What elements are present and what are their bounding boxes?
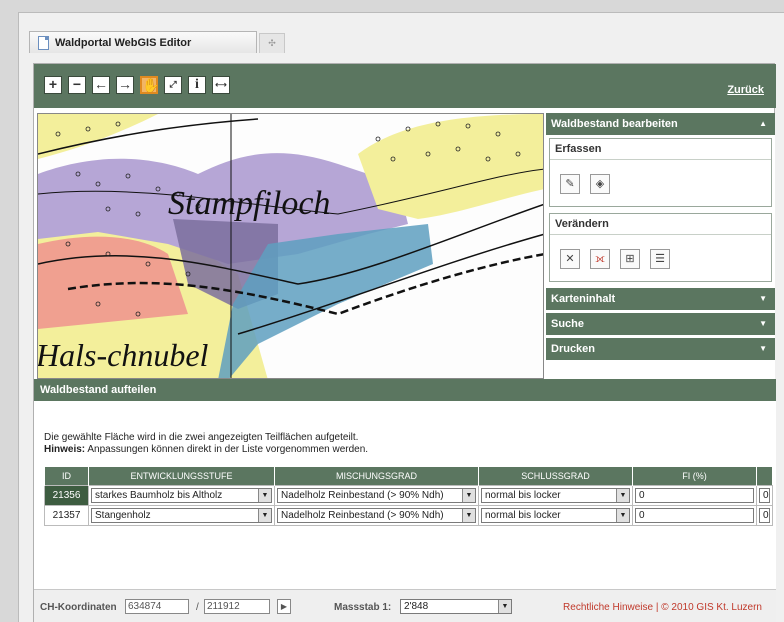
coord-label: CH-Koordinaten — [40, 602, 117, 613]
forward-arrow-icon[interactable]: → — [116, 76, 134, 94]
dropdown-arrow-icon[interactable]: ▼ — [258, 488, 271, 502]
fi-input[interactable]: 0 — [635, 487, 754, 503]
entwicklungsstufe-select[interactable]: Stangenholz ▼ — [91, 507, 272, 523]
expand-down-icon[interactable]: ▼ — [759, 313, 767, 335]
split-table: ID ENTWICKLUNGSSTUFE MISCHUNGSGRAD SCHLU… — [44, 467, 773, 526]
full-extent-icon[interactable]: ⤢ — [164, 76, 182, 94]
row-id: 21356 — [44, 484, 89, 506]
col-mischungsgrad: MISCHUNGSGRAD — [274, 467, 479, 485]
map-label-stampfiloch: Stampfiloch — [168, 185, 330, 222]
row-id: 21357 — [44, 504, 89, 526]
browser-tabbar: Waldportal WebGIS Editor ✣ — [29, 31, 285, 53]
coord-x-input[interactable]: 634874 — [125, 599, 189, 614]
veraendern-panel: Verändern ✕ ⟗ ⊞ ☰ — [549, 213, 772, 282]
table-row[interactable]: 21356 starkes Baumholz bis Altholz ▼ Nade… — [44, 484, 773, 506]
entwicklungsstufe-select[interactable]: starkes Baumholz bis Altholz ▼ — [91, 487, 272, 503]
fi-input[interactable]: 0 — [635, 507, 754, 523]
browser-frame: Waldportal WebGIS Editor ✣ + − ← → ✋ ⤢ i… — [18, 12, 784, 622]
goto-coord-icon[interactable]: ▶ — [277, 599, 291, 614]
merge-area-icon[interactable]: ⊞ — [620, 249, 640, 269]
pan-hand-icon[interactable]: ✋ — [140, 76, 159, 94]
expand-down-icon[interactable]: ▼ — [759, 288, 767, 310]
dropdown-arrow-icon[interactable]: ▼ — [462, 488, 475, 502]
schlussgrad-select[interactable]: normal bis locker ▼ — [481, 487, 630, 503]
split-area-icon[interactable]: ⟗ — [590, 249, 610, 269]
delete-x-icon[interactable]: ✕ — [560, 249, 580, 269]
map-canvas: Stampfiloch Hals-chnubel — [38, 114, 543, 378]
attribute-list-icon[interactable]: ☰ — [650, 249, 670, 269]
coord-separator: / — [196, 602, 199, 613]
scale-select[interactable]: 2'848 ▼ — [400, 599, 512, 614]
measure-icon[interactable]: ⟷ — [212, 76, 230, 94]
back-arrow-icon[interactable]: ← — [92, 76, 110, 94]
collapse-up-icon[interactable]: ▲ — [759, 113, 767, 135]
col-extra — [756, 467, 773, 485]
table-row[interactable]: 21357 Stangenholz ▼ Nadelholz Reinbestand… — [44, 504, 773, 526]
section-karteninhalt[interactable]: Karteninhalt ▼ — [546, 288, 775, 310]
dropdown-arrow-icon[interactable]: ▼ — [498, 600, 511, 613]
dropdown-arrow-icon[interactable]: ▼ — [258, 508, 271, 522]
extra-input[interactable]: 0 — [759, 507, 770, 523]
map-label-hals-chnubel: Hals-chnubel — [38, 337, 209, 373]
extra-input[interactable]: 0 — [759, 487, 770, 503]
coord-y-input[interactable]: 211912 — [204, 599, 270, 614]
app-window: + − ← → ✋ ⤢ i ⟷ Zurück Stampfiloch Hals-… — [33, 63, 776, 622]
col-schlussgrad: SCHLUSSGRAD — [478, 467, 633, 485]
col-entwicklungsstufe: ENTWICKLUNGSSTUFE — [88, 467, 275, 485]
mischungsgrad-select[interactable]: Nadelholz Reinbestand (> 90% Ndh) ▼ — [277, 507, 476, 523]
erfassen-panel: Erfassen ✎ ◈ — [549, 138, 772, 207]
legal-link[interactable]: Rechtliche Hinweise | © 2010 GIS Kt. Luz… — [563, 602, 762, 613]
schlussgrad-select[interactable]: normal bis locker ▼ — [481, 507, 630, 523]
mischungsgrad-select[interactable]: Nadelholz Reinbestand (> 90% Ndh) ▼ — [277, 487, 476, 503]
fill-area-icon[interactable]: ◈ — [590, 174, 610, 194]
section-suche[interactable]: Suche ▼ — [546, 313, 775, 335]
dialog-title: Waldbestand aufteilen — [34, 379, 776, 401]
zoom-in-icon[interactable]: + — [44, 76, 62, 94]
dropdown-arrow-icon[interactable]: ▼ — [616, 508, 629, 522]
col-fi: FI (%) — [632, 467, 757, 485]
split-dialog: Waldbestand aufteilen Die gewählte Fläch… — [34, 379, 776, 622]
section-drucken[interactable]: Drucken ▼ — [546, 338, 775, 360]
expand-down-icon[interactable]: ▼ — [759, 338, 767, 360]
map-view[interactable]: Stampfiloch Hals-chnubel — [37, 113, 544, 379]
dropdown-arrow-icon[interactable]: ▼ — [462, 508, 475, 522]
browser-tab[interactable]: Waldportal WebGIS Editor — [29, 31, 257, 53]
veraendern-title: Verändern — [550, 214, 771, 235]
zoom-out-icon[interactable]: − — [68, 76, 86, 94]
map-toolbar: + − ← → ✋ ⤢ i ⟷ Zurück — [34, 64, 776, 108]
info-icon[interactable]: i — [188, 76, 206, 94]
edit-panel-header[interactable]: Waldbestand bearbeiten ▲ — [546, 113, 775, 135]
dropdown-arrow-icon[interactable]: ▼ — [616, 488, 629, 502]
tab-title: Waldportal WebGIS Editor — [55, 36, 192, 49]
status-bar: CH-Koordinaten 634874 / 211912 ▶ Masssta… — [34, 589, 776, 622]
new-tab-button[interactable]: ✣ — [259, 33, 285, 53]
erfassen-title: Erfassen — [550, 139, 771, 160]
back-link[interactable]: Zurück — [727, 84, 764, 96]
right-sidebar: Waldbestand bearbeiten ▲ Erfassen ✎ ◈ Ve… — [546, 113, 775, 379]
col-id: ID — [44, 467, 89, 485]
document-icon — [38, 35, 49, 50]
scale-label: Massstab 1: — [334, 602, 392, 613]
draw-pencil-icon[interactable]: ✎ — [560, 174, 580, 194]
dialog-description: Die gewählte Fläche wird in die zwei ang… — [44, 432, 369, 455]
